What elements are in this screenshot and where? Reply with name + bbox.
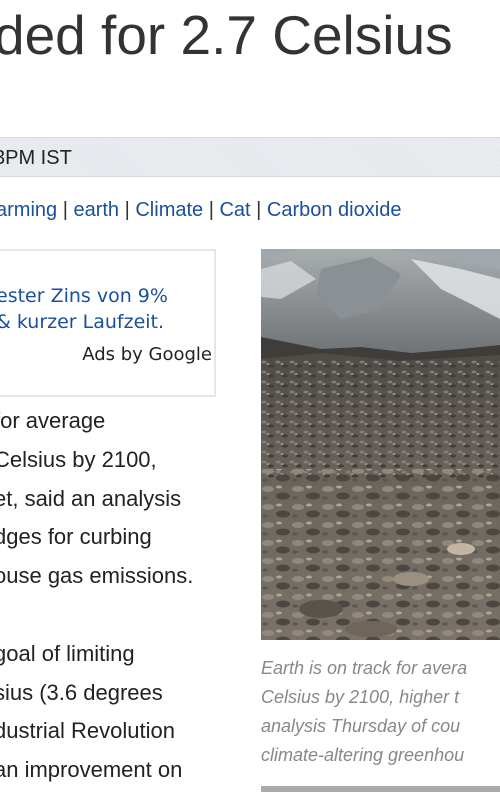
- body-line: for average: [0, 408, 106, 433]
- tag-link-cat[interactable]: Cat: [219, 199, 250, 221]
- body-line: ouse gas emissions.: [0, 563, 194, 589]
- ad-link-line-1[interactable]: ester Zins von 9%: [0, 283, 168, 309]
- caption-line: analysis Thursday of cou: [261, 716, 461, 736]
- article-photo[interactable]: [261, 249, 500, 640]
- article-headline: ded for 2.7 Celsius: [0, 4, 453, 66]
- tag-link-carbon-dioxide[interactable]: Carbon dioxide: [267, 199, 402, 221]
- dateline-timestamp: 3PM IST: [0, 147, 72, 169]
- body-line: et, said an analysis: [0, 485, 182, 511]
- ad-link-line-2[interactable]: & kurzer Laufzeit.: [0, 309, 168, 335]
- photo-caption: Earth is on track for avera Celsius by 2…: [261, 654, 467, 770]
- body-line: an improvement on: [0, 757, 183, 783]
- body-line: dustrial Revolution: [0, 718, 175, 744]
- ad-link[interactable]: ester Zins von 9% & kurzer Laufzeit.: [0, 283, 168, 335]
- dateline-bar: 3PM IST: [0, 137, 500, 177]
- caption-line: Celsius by 2100, higher t: [261, 687, 460, 707]
- body-line: n in Scotland, and: [0, 790, 244, 800]
- google-ad-box: ester Zins von 9% & kurzer Laufzeit. Ads…: [0, 249, 216, 397]
- glacier-landscape-image: [261, 249, 500, 640]
- tag-list: arming | earth | Climate | Cat | Carbon …: [0, 199, 401, 222]
- tag-link-global-warming[interactable]: arming: [0, 199, 57, 221]
- caption-line: Earth is on track for avera: [261, 658, 468, 678]
- tag-link-earth[interactable]: earth: [73, 199, 119, 221]
- body-line: dges for curbing: [0, 524, 152, 550]
- caption-line: climate-altering greenhou: [261, 745, 465, 765]
- tag-link-climate[interactable]: Climate: [135, 199, 203, 221]
- caption-divider: [261, 786, 500, 792]
- body-line: sius (3.6 degrees: [0, 679, 163, 705]
- body-line: goal of limiting: [0, 640, 135, 666]
- body-line: Celsius by 2100,: [0, 446, 157, 472]
- article-body: for average Celsius by 2100, et, said an…: [0, 402, 244, 800]
- ads-by-google-label[interactable]: Ads by Google: [82, 344, 212, 365]
